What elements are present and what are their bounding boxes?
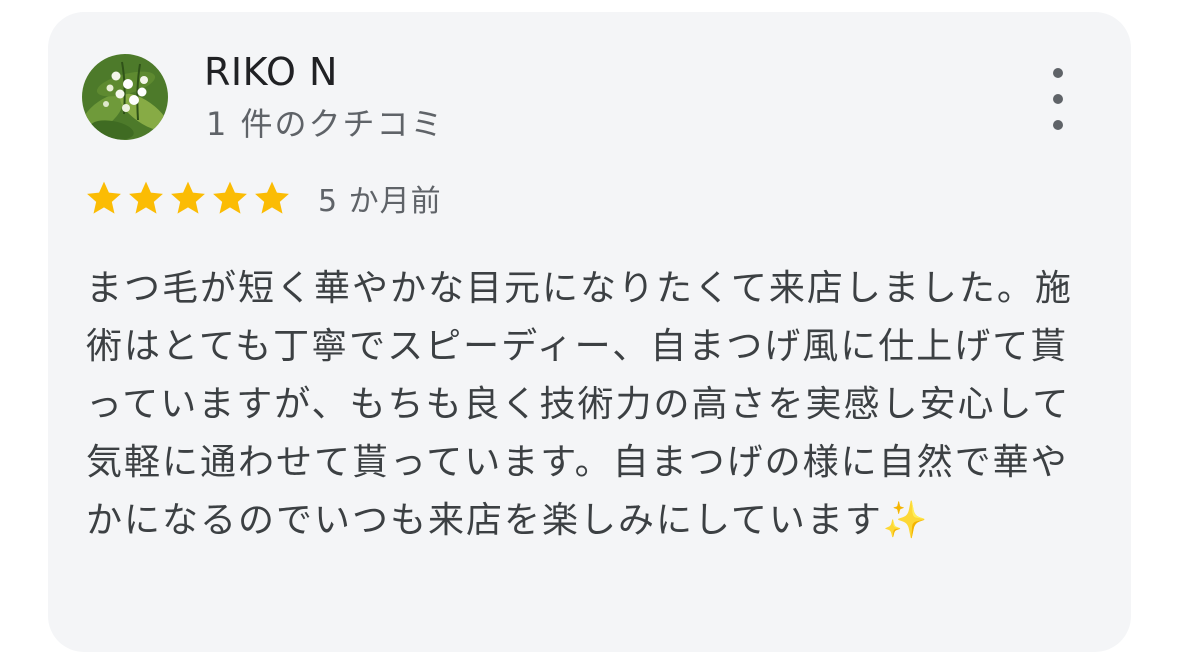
star-icon (213, 181, 247, 214)
more-vert-icon (1053, 68, 1063, 78)
star-icon (129, 181, 163, 214)
avatar[interactable] (82, 54, 168, 140)
rating-row: 5 か月前 (84, 178, 442, 219)
reviewer-name[interactable]: RIKO N (204, 48, 338, 96)
review-time-ago: 5 か月前 (318, 184, 442, 219)
star-rating (84, 178, 292, 218)
review-card: RIKO N 1 件のクチコミ 5 か月前 まつ毛が短く華やかな目元になりたくて… (48, 12, 1131, 652)
more-vert-icon-dot (1053, 120, 1063, 130)
star-icon (87, 181, 121, 214)
more-vert-icon-dot (1053, 94, 1063, 104)
reviewer-review-count: 1 件のクチコミ (206, 105, 445, 143)
lily-of-the-valley-photo (82, 54, 168, 140)
review-text: まつ毛が短く華やかな目元になりたくて来店しました。施術はとても丁寧でスピーディー… (86, 268, 1073, 541)
star-icon (255, 181, 289, 214)
star-icon (171, 181, 205, 214)
more-options-button[interactable] (1036, 68, 1080, 130)
